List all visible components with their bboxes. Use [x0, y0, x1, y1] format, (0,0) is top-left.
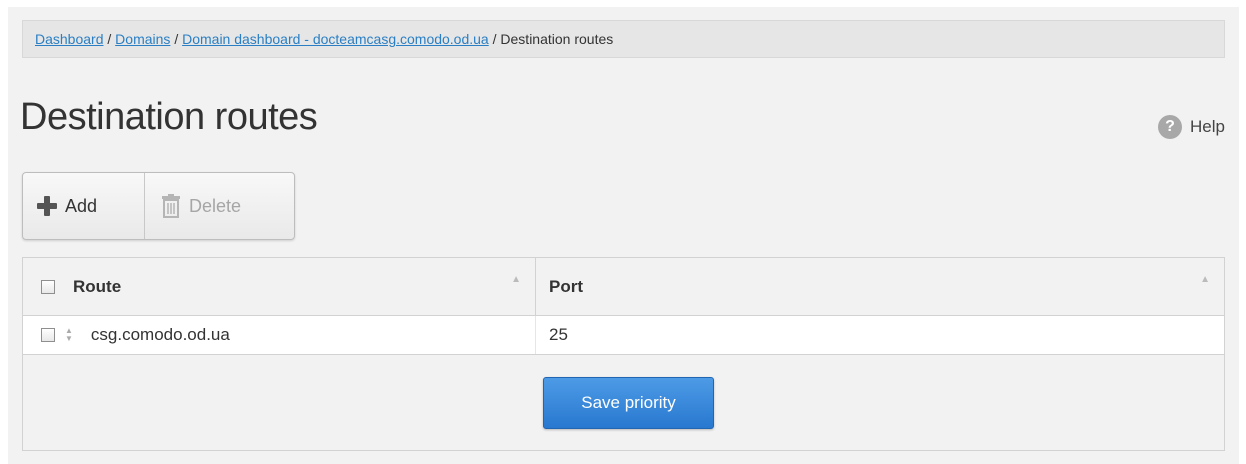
question-icon: ?	[1158, 115, 1183, 139]
column-header-port[interactable]: Port ▲	[536, 258, 1224, 315]
breadcrumb: Dashboard / Domains / Domain dashboard -…	[22, 20, 1225, 58]
delete-button[interactable]: Delete	[145, 173, 255, 239]
port-value: 25	[549, 325, 568, 344]
sort-asc-icon: ▲	[1200, 274, 1210, 285]
save-priority-button[interactable]: Save priority	[543, 377, 714, 429]
route-value: csg.comodo.od.ua	[90, 325, 230, 344]
route-cell: ▲ ▼ csg.comodo.od.ua	[23, 316, 536, 354]
plus-icon	[37, 196, 57, 216]
help-link[interactable]: ? Help	[1158, 115, 1225, 139]
delete-label: Delete	[189, 195, 242, 216]
help-label: Help	[1190, 117, 1225, 136]
breadcrumb-separator: /	[107, 31, 112, 47]
row-checkbox[interactable]	[41, 328, 55, 342]
column-label-route: Route	[73, 276, 122, 296]
port-cell: 25	[536, 316, 1224, 354]
select-all-checkbox[interactable]	[41, 279, 55, 294]
table-footer: Save priority	[22, 355, 1225, 451]
column-label-port: Port	[549, 276, 583, 296]
breadcrumb-current: Destination routes	[500, 31, 614, 47]
breadcrumb-link-dashboard[interactable]: Dashboard	[35, 31, 104, 47]
page-title: Destination routes	[20, 96, 318, 138]
toolbar: Add Delete	[22, 172, 295, 240]
add-label: Add	[65, 195, 98, 216]
table-header: Route ▲ Port ▲	[22, 257, 1225, 316]
breadcrumb-link-domains[interactable]: Domains	[115, 31, 170, 47]
drag-handle-icon[interactable]: ▲ ▼	[65, 327, 73, 343]
table-row[interactable]: ▲ ▼ csg.comodo.od.ua 25	[22, 316, 1225, 355]
column-header-route[interactable]: Route ▲	[23, 258, 536, 315]
breadcrumb-link-domain-dashboard[interactable]: Domain dashboard - docteamcasg.comodo.od…	[182, 31, 489, 47]
breadcrumb-separator: /	[174, 31, 179, 47]
page-container: Dashboard / Domains / Domain dashboard -…	[8, 7, 1239, 464]
add-button[interactable]: Add	[23, 173, 145, 239]
routes-table: Route ▲ Port ▲ ▲ ▼ csg.comodo.od.ua 25 Sa…	[22, 257, 1225, 451]
trash-icon	[162, 194, 180, 218]
sort-asc-icon: ▲	[511, 274, 521, 285]
